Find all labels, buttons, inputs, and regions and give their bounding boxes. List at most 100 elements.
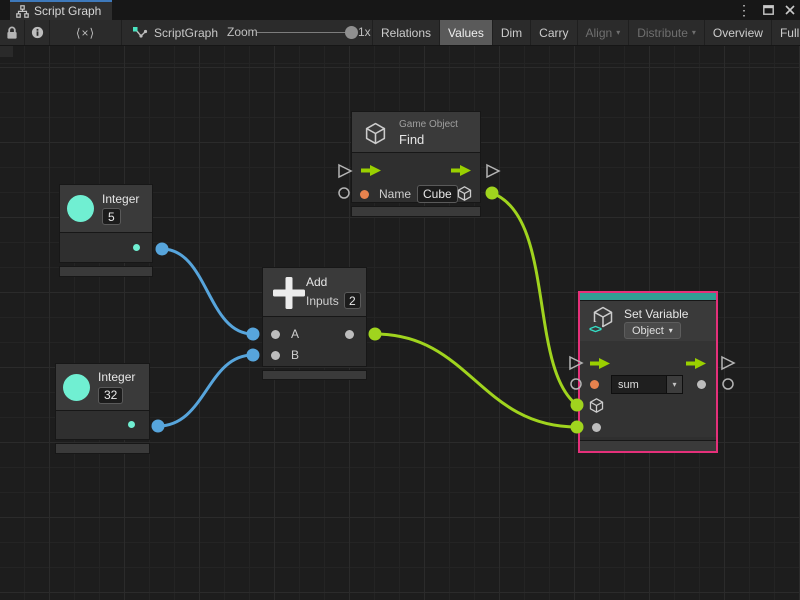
- variable-name-row: sum ▾: [580, 375, 716, 394]
- port-label-a: A: [291, 327, 299, 341]
- window-controls: ⋮: [734, 0, 798, 20]
- caret-down-icon: ▾: [692, 29, 696, 37]
- variable-glyph: <>: [589, 322, 602, 336]
- node-footer: [580, 440, 716, 451]
- node-header: Add Inputs 2: [262, 267, 367, 317]
- scope-label: Object: [632, 325, 664, 337]
- node-body: [55, 411, 150, 440]
- toolbar-button-carry[interactable]: Carry: [530, 20, 576, 45]
- inputs-count-field[interactable]: 2: [344, 292, 361, 309]
- new-value-port[interactable]: [592, 423, 601, 432]
- script-graph-icon: [132, 26, 148, 40]
- port-row-b: B: [263, 349, 366, 361]
- variable-name-port[interactable]: [590, 380, 599, 389]
- button-label: Carry: [539, 26, 568, 40]
- name-input-port[interactable]: [360, 190, 369, 199]
- node-gameobject-find[interactable]: Game Object Find Name Cube: [351, 111, 481, 217]
- game-object-cube-icon: [363, 121, 388, 146]
- node-set-variable[interactable]: <> Set Variable Object ▾ sum ▾: [578, 291, 718, 453]
- integer-literal-icon: [67, 195, 94, 222]
- input-port-b[interactable]: [271, 351, 280, 360]
- node-header: Game Object Find: [351, 111, 481, 153]
- new-value-row: [580, 422, 716, 432]
- node-footer: [262, 370, 367, 380]
- node-title: Set Variable: [624, 307, 688, 321]
- variable-kind-strip: [580, 293, 716, 301]
- object-target-port-icon[interactable]: [588, 397, 605, 414]
- maximize-button[interactable]: [760, 0, 776, 20]
- port-row-a: A: [263, 328, 366, 340]
- node-body: A B: [262, 317, 367, 367]
- zoom-label: Zoom: [227, 20, 258, 45]
- node-header: <> Set Variable Object ▾: [580, 301, 716, 341]
- node-body: sum ▾: [580, 341, 716, 437]
- integer-value-field[interactable]: 5: [102, 208, 121, 225]
- zoom-value: 1x: [358, 20, 371, 45]
- toolbar-button-overview[interactable]: Overview: [704, 20, 771, 45]
- tab-label: Script Graph: [34, 4, 101, 18]
- toolbar-button-dim[interactable]: Dim: [492, 20, 530, 45]
- titlebar: Script Graph ⋮: [0, 0, 800, 20]
- script-graph-window: Script Graph ⋮: [0, 0, 800, 600]
- button-label: Relations: [381, 26, 431, 40]
- button-label: Overview: [713, 26, 763, 40]
- caret-down-icon: ▾: [616, 29, 620, 37]
- input-port-a[interactable]: [271, 330, 280, 339]
- flow-in-arrow-icon[interactable]: [360, 164, 382, 177]
- node-title: Integer: [98, 370, 135, 384]
- toolbar-button-fullscreen[interactable]: Full Screen: [771, 20, 800, 45]
- game-object-output-icon[interactable]: [456, 185, 473, 202]
- flow-row: [580, 356, 716, 370]
- node-add[interactable]: Add Inputs 2 A B: [262, 267, 367, 380]
- tab-script-graph[interactable]: Script Graph: [10, 0, 112, 20]
- node-title: Integer: [102, 192, 139, 206]
- button-label: Distribute: [637, 26, 688, 40]
- value-output-port[interactable]: [697, 380, 706, 389]
- button-label: Full Screen: [780, 26, 800, 40]
- zoom-slider-handle[interactable]: [345, 26, 358, 39]
- close-button[interactable]: [782, 0, 798, 20]
- toolbar-button-relations[interactable]: Relations: [372, 20, 439, 45]
- node-header: Integer 5: [59, 184, 153, 233]
- variable-scope-dropdown[interactable]: Object ▾: [624, 322, 681, 339]
- button-label: Values: [448, 26, 484, 40]
- kebab-menu-icon[interactable]: ⋮: [734, 0, 754, 20]
- toolbar-button-align[interactable]: Align▾: [577, 20, 629, 45]
- toolbar-buttons: Relations Values Dim Carry Align▾ Distri…: [372, 20, 800, 45]
- lock-button[interactable]: [0, 20, 25, 45]
- node-footer: [55, 443, 150, 454]
- output-port-sum[interactable]: [345, 330, 354, 339]
- toolbar-button-values[interactable]: Values: [439, 20, 492, 45]
- node-integer-32[interactable]: Integer 32: [55, 363, 150, 454]
- toolbar-button-distribute[interactable]: Distribute ▾: [628, 20, 704, 45]
- lock-icon: [6, 26, 18, 40]
- node-footer: [351, 206, 481, 217]
- canvas-corner-nub: [0, 46, 13, 57]
- output-port[interactable]: [133, 244, 140, 251]
- inputs-label: Inputs: [306, 294, 339, 308]
- maximize-icon: [763, 5, 774, 15]
- graph-breadcrumb[interactable]: ScriptGraph: [132, 20, 218, 45]
- node-header: Integer 32: [55, 363, 150, 411]
- output-port[interactable]: [128, 421, 135, 428]
- graph-hierarchy-icon: [16, 5, 29, 18]
- flow-in-arrow-icon[interactable]: [589, 357, 611, 370]
- integer-literal-icon: [63, 374, 90, 401]
- button-label: Align: [586, 26, 613, 40]
- node-integer-5[interactable]: Integer 5: [59, 184, 153, 277]
- graph-name: ScriptGraph: [154, 26, 218, 40]
- zoom-slider[interactable]: [257, 32, 352, 33]
- caret-down-icon: ▾: [669, 327, 673, 335]
- flow-row: [352, 163, 480, 177]
- plus-icon: [272, 276, 306, 310]
- name-value-field[interactable]: Cube: [417, 185, 458, 203]
- code-preview-button[interactable]: ⟨×⟩: [50, 20, 122, 45]
- close-icon: [785, 5, 795, 15]
- integer-value-field[interactable]: 32: [98, 387, 123, 404]
- info-button[interactable]: [25, 20, 50, 45]
- port-label-b: B: [291, 348, 299, 362]
- flow-out-arrow-icon[interactable]: [685, 357, 707, 370]
- flow-out-arrow-icon[interactable]: [450, 164, 472, 177]
- variable-name-dropdown[interactable]: sum ▾: [611, 375, 683, 394]
- set-variable-icon: <>: [589, 305, 617, 337]
